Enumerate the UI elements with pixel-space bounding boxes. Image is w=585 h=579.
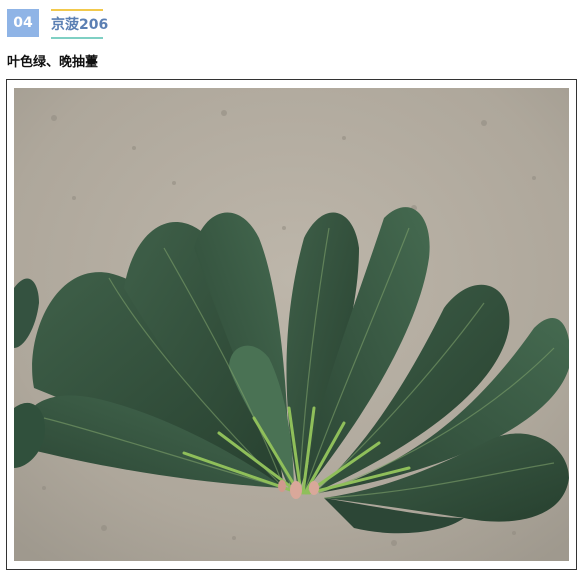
section-number-badge: 04 <box>7 9 39 37</box>
spinach-photo <box>14 88 569 561</box>
spinach-illustration <box>14 88 569 561</box>
photo-frame <box>6 79 577 570</box>
section-header: 04 京菠206 <box>7 9 108 39</box>
variety-description: 叶色绿、晚抽薹 <box>7 55 99 70</box>
title-top-rule <box>51 9 103 11</box>
variety-title: 京菠206 <box>51 17 109 33</box>
title-underline <box>51 37 103 39</box>
